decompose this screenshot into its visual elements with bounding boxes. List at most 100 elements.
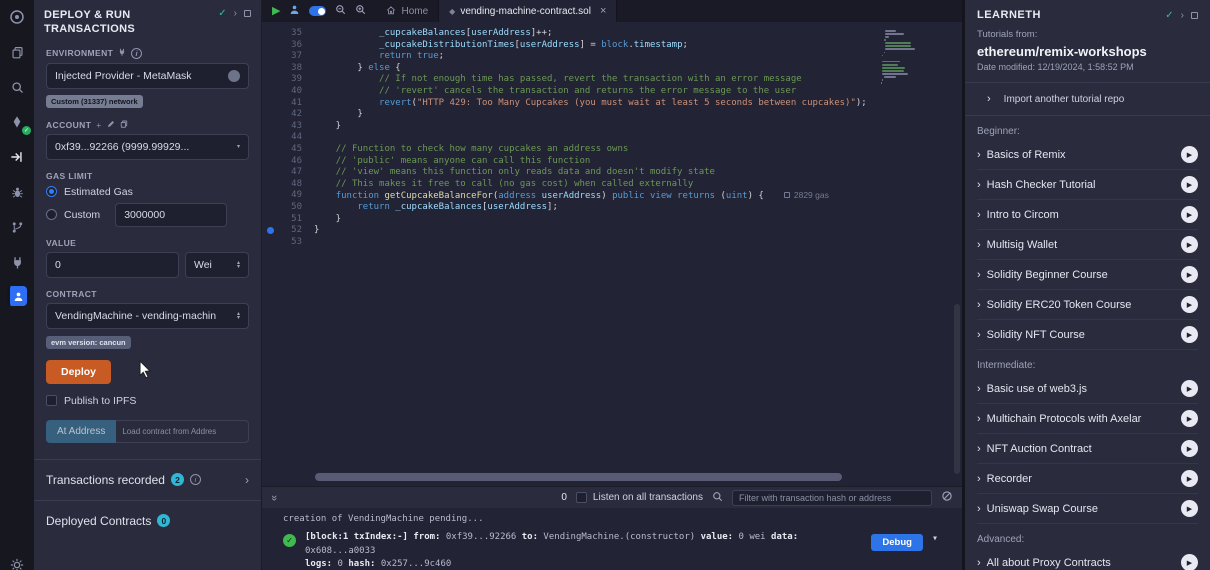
debug-button[interactable]: Debug [871, 534, 923, 551]
line-number[interactable]: 43 [262, 121, 314, 133]
tutorial-item[interactable]: ›Recorder▶ [977, 464, 1198, 494]
code-line[interactable]: 50 return _cupcakeBalances[userAddress]; [262, 202, 962, 214]
custom-gas-option[interactable]: Custom [46, 203, 249, 227]
tutorial-item[interactable]: ›Multichain Protocols with Axelar▶ [977, 404, 1198, 434]
deploy-button[interactable]: Deploy [46, 360, 111, 384]
solidity-compiler-icon[interactable]: ✓ [6, 111, 28, 133]
terminal[interactable]: creation of VendingMachine pending... ✓ … [262, 508, 962, 570]
import-tutorial-repo[interactable]: › Import another tutorial repo [965, 83, 1210, 116]
edit-account-icon[interactable] [107, 120, 115, 130]
unit-stepper-icon[interactable]: ▴▾ [237, 261, 240, 269]
estimated-gas-radio[interactable] [46, 186, 57, 197]
at-address-input[interactable] [116, 420, 249, 443]
tutorial-item[interactable]: ›Solidity Beginner Course▶ [977, 260, 1198, 290]
play-tutorial-icon[interactable]: ▶ [1181, 440, 1198, 457]
deploy-run-icon[interactable] [6, 146, 28, 168]
ai-copilot-toggle[interactable] [309, 6, 326, 16]
zoom-out-icon[interactable] [335, 2, 346, 20]
terminal-expand-icon[interactable]: » [268, 494, 280, 500]
deployed-contracts-row[interactable]: Deployed Contracts 0 [46, 501, 249, 541]
line-number[interactable]: 46 [262, 156, 314, 168]
code-line[interactable]: 43 } [262, 121, 962, 133]
play-tutorial-icon[interactable]: ▶ [1181, 206, 1198, 223]
run-script-icon[interactable]: ▶ [272, 6, 280, 17]
zoom-in-icon[interactable] [355, 2, 366, 20]
plugin-manager-icon[interactable] [6, 251, 28, 273]
plug-icon[interactable] [118, 48, 126, 58]
clear-console-icon[interactable] [941, 489, 953, 507]
play-tutorial-icon[interactable]: ▶ [1181, 266, 1198, 283]
terminal-search-icon[interactable] [712, 489, 723, 507]
tutorial-item[interactable]: ›Uniswap Swap Course▶ [977, 494, 1198, 524]
tutorial-item[interactable]: ›Hash Checker Tutorial▶ [977, 170, 1198, 200]
line-number[interactable]: 45 [262, 144, 314, 156]
line-number[interactable]: 47 [262, 167, 314, 179]
play-tutorial-icon[interactable]: ▶ [1181, 380, 1198, 397]
environment-info-icon[interactable]: i [131, 48, 142, 59]
line-number[interactable]: 44 [262, 132, 314, 144]
code-line[interactable]: 47 // 'view' means this function only re… [262, 167, 962, 179]
transaction-log-row[interactable]: ✓ [block:1 txIndex:-] from: 0xf39...9226… [283, 531, 952, 570]
chevron-right-icon[interactable]: › [245, 473, 249, 487]
at-address-button[interactable]: At Address [46, 420, 116, 443]
line-number[interactable]: 37 [262, 51, 314, 63]
tab-vending-machine-contract[interactable]: ◆ vending-machine-contract.sol × [439, 0, 617, 22]
transactions-recorded-row[interactable]: Transactions recorded 2 i › [46, 460, 249, 500]
code-line[interactable]: 48 // This makes it free to call (no gas… [262, 179, 962, 191]
line-number[interactable]: 41 [262, 98, 314, 110]
debugger-icon[interactable] [6, 181, 28, 203]
tutorial-item[interactable]: ›Basic use of web3.js▶ [977, 374, 1198, 404]
code-line[interactable]: 52} [262, 225, 962, 237]
publish-ipfs-row[interactable]: Publish to IPFS [46, 395, 249, 407]
close-tab-icon[interactable]: × [600, 5, 606, 17]
code-line[interactable]: 39 // If not enough time has passed, rev… [262, 74, 962, 86]
transactions-info-icon[interactable]: i [190, 474, 201, 485]
minimap[interactable] [881, 30, 914, 87]
code-line[interactable]: 45 // Function to check how many cupcake… [262, 144, 962, 156]
tutorial-item[interactable]: ›NFT Auction Contract▶ [977, 434, 1198, 464]
line-number[interactable]: 48 [262, 179, 314, 191]
play-tutorial-icon[interactable]: ▶ [1181, 326, 1198, 343]
listen-checkbox[interactable] [576, 492, 587, 503]
assistant-person-icon[interactable] [289, 2, 300, 20]
code-line[interactable]: 36 _cupcakeDistributionTimes[userAddress… [262, 40, 962, 52]
line-number[interactable]: 40 [262, 86, 314, 98]
learneth-plugin-icon[interactable] [7, 286, 27, 306]
line-number[interactable]: 38 [262, 63, 314, 75]
account-select[interactable]: 0xf39...92266 (9999.99929... ▾ [46, 134, 249, 160]
learneth-expand-icon[interactable]: › [1181, 10, 1184, 21]
learneth-pin-icon[interactable] [1191, 12, 1198, 19]
line-number[interactable]: 35 [262, 28, 314, 40]
line-number[interactable]: 39 [262, 74, 314, 86]
line-number[interactable]: 49 [262, 190, 314, 202]
play-tutorial-icon[interactable]: ▶ [1181, 236, 1198, 253]
custom-gas-radio[interactable] [46, 209, 57, 220]
tutorial-item[interactable]: ›Multisig Wallet▶ [977, 230, 1198, 260]
tutorial-item[interactable]: ›Basics of Remix▶ [977, 140, 1198, 170]
play-tutorial-icon[interactable]: ▶ [1181, 554, 1198, 570]
contract-select[interactable]: VendingMachine - vending-machin ▴▾ [46, 303, 249, 329]
custom-gas-input[interactable] [115, 203, 227, 227]
settings-gear-icon[interactable] [6, 554, 28, 570]
line-number[interactable]: 52 [262, 225, 314, 237]
code-line[interactable]: 49 function getCupcakeBalanceFor(address… [262, 190, 962, 202]
code-line[interactable]: 41 revert("HTTP 429: Too Many Cupcakes (… [262, 98, 962, 110]
code-line[interactable]: 53 [262, 237, 962, 249]
code-line[interactable]: 35 _cupcakeBalances[userAddress]++; [262, 28, 962, 40]
expand-log-chevron-icon[interactable]: ▾ [932, 533, 938, 544]
publish-ipfs-checkbox[interactable] [46, 395, 57, 406]
panel-expand-icon[interactable]: › [234, 8, 237, 19]
copy-account-icon[interactable] [120, 120, 128, 130]
environment-select[interactable]: Injected Provider - MetaMask [46, 63, 249, 89]
listen-all-transactions[interactable]: Listen on all transactions [576, 492, 703, 503]
workspaces-icon[interactable] [6, 41, 28, 63]
tutorial-item[interactable]: ›All about Proxy Contracts▶ [977, 548, 1198, 570]
tab-home[interactable]: Home [376, 0, 439, 22]
code-line[interactable]: 37 return true; [262, 51, 962, 63]
tutorial-item[interactable]: ›Solidity ERC20 Token Course▶ [977, 290, 1198, 320]
code-line[interactable]: 51 } [262, 214, 962, 226]
transaction-filter-input[interactable] [732, 490, 932, 506]
play-tutorial-icon[interactable]: ▶ [1181, 410, 1198, 427]
value-input[interactable] [46, 252, 179, 278]
search-icon[interactable] [6, 76, 28, 98]
